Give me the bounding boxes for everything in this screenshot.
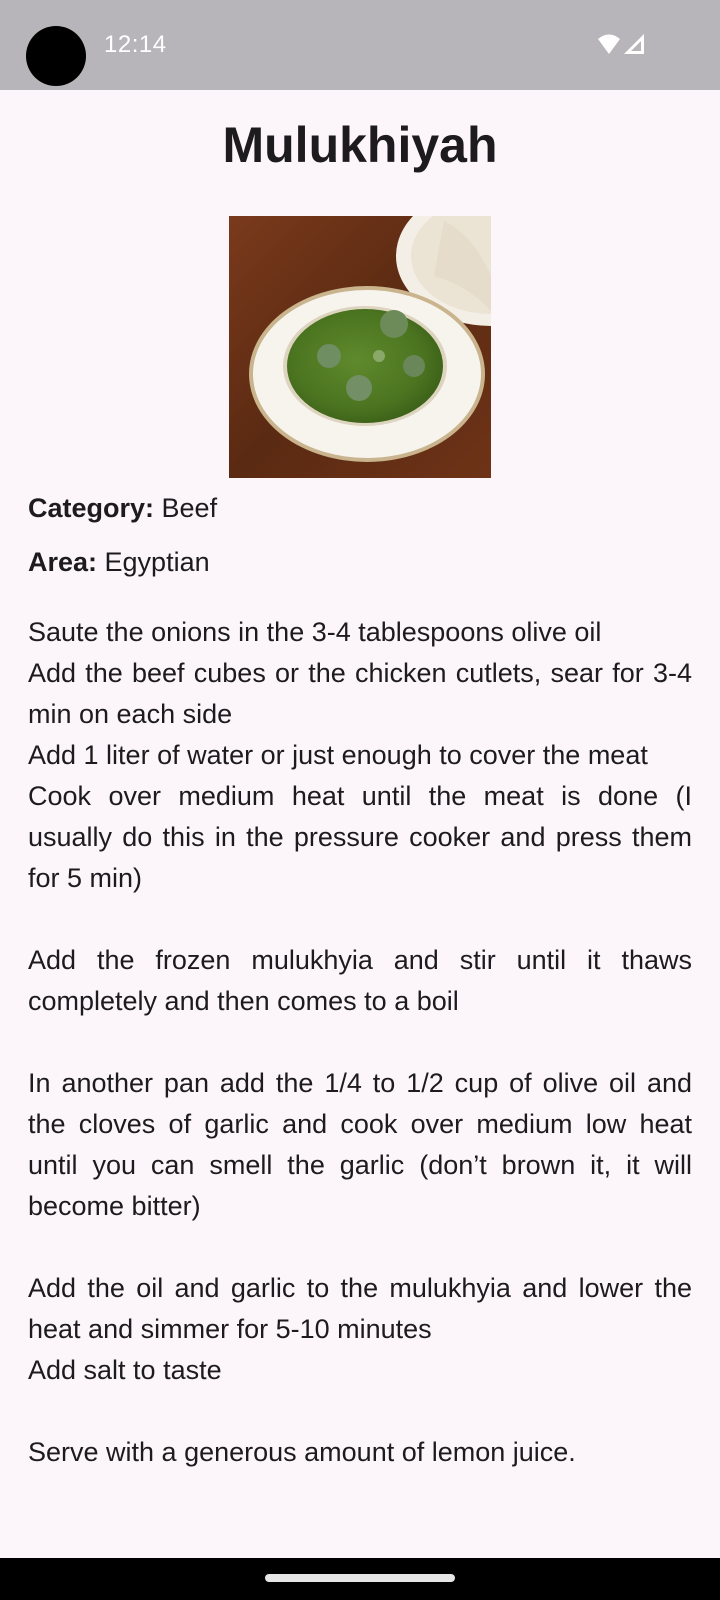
status-time: 12:14 bbox=[104, 31, 167, 58]
category-value: Beef bbox=[154, 493, 218, 523]
meal-detail-screen[interactable]: Mulukhiyah Category: Beef Area: Egyptian… bbox=[0, 90, 720, 1558]
instruction-line: Add the beef cubes or the chicken cutlet… bbox=[28, 658, 692, 729]
area-row: Area: Egyptian bbox=[28, 547, 210, 578]
area-label: Area: bbox=[28, 547, 98, 577]
instruction-line: In another pan add the 1/4 to 1/2 cup of… bbox=[28, 1068, 692, 1221]
wifi-icon bbox=[598, 34, 620, 54]
instruction-line: Add the frozen mulukhyia and stir until … bbox=[28, 945, 692, 1016]
navigation-bar bbox=[0, 1558, 720, 1600]
meal-title: Mulukhiyah bbox=[222, 117, 498, 173]
home-gesture-handle[interactable] bbox=[265, 1574, 455, 1582]
instruction-line: Saute the onions in the 3-4 tablespoons … bbox=[28, 617, 602, 647]
category-row: Category: Beef bbox=[28, 493, 217, 524]
signal-icon bbox=[624, 34, 644, 54]
status-icons bbox=[598, 34, 644, 54]
instruction-line: Add 1 liter of water or just enough to c… bbox=[28, 740, 648, 770]
instruction-line: Add salt to taste bbox=[28, 1355, 222, 1385]
instruction-line: Cook over medium heat until the meat is … bbox=[28, 781, 692, 893]
status-bar: 12:14 bbox=[0, 0, 720, 90]
camera-cutout bbox=[26, 26, 86, 86]
category-label: Category: bbox=[28, 493, 155, 523]
meal-image bbox=[229, 216, 491, 478]
instruction-line: Serve with a generous amount of lemon ju… bbox=[28, 1437, 576, 1467]
instruction-line: Add the oil and garlic to the mulukhyia … bbox=[28, 1273, 692, 1344]
area-value: Egyptian bbox=[97, 547, 210, 577]
instructions: Saute the onions in the 3-4 tablespoons … bbox=[28, 612, 692, 1473]
